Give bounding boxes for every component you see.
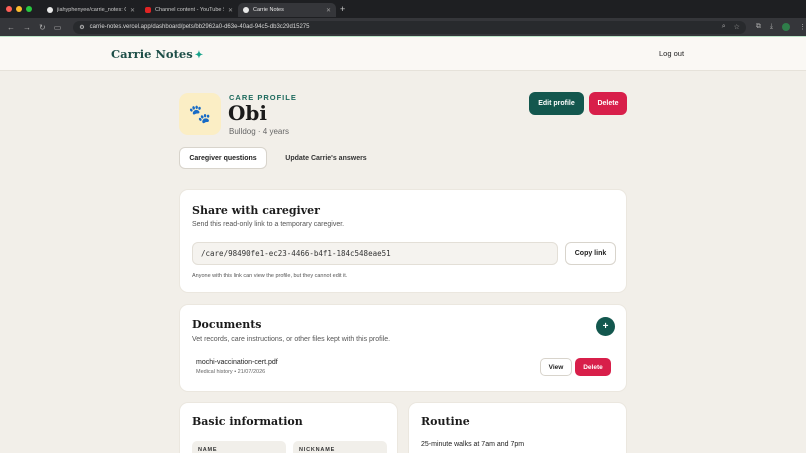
pet-meta: Bulldog · 4 years — [229, 127, 290, 136]
tab-title: Channel content - YouTube S — [155, 7, 224, 13]
browser-tab-youtube[interactable]: Channel content - YouTube S ✕ — [140, 3, 238, 17]
paw-icon: 🐾 — [188, 103, 212, 124]
address-bar[interactable]: ⚙ carrie-notes.vercel.app/dashboard/pets… — [73, 20, 746, 34]
routine-text: 25-minute walks at 7am and 7pm — [421, 441, 525, 448]
close-tab-icon[interactable]: ✕ — [228, 7, 233, 14]
browser-nav: ← → ↻ ▭ — [7, 23, 61, 32]
delete-document-button[interactable]: Delete — [575, 358, 611, 376]
share-title: Share with caregiver — [192, 204, 320, 217]
basic-info-title: Basic information — [192, 415, 303, 428]
browser-tab-bar: jiahyphenyee/carrie_notes: C ✕ Channel c… — [0, 0, 806, 18]
maximize-window-icon[interactable] — [26, 6, 32, 12]
share-note: Anyone with this link can view the profi… — [192, 273, 348, 279]
window-controls[interactable] — [6, 6, 32, 12]
profile-avatar-icon[interactable] — [782, 23, 790, 31]
documents-subtitle: Vet records, care instructions, or other… — [192, 336, 391, 343]
site-header: Carrie Notes ✦ Log out — [0, 37, 806, 71]
routine-title: Routine — [421, 415, 470, 428]
reload-icon[interactable]: ↻ — [39, 23, 46, 32]
tab-title: jiahyphenyee/carrie_notes: C — [57, 7, 126, 13]
logo-text: Carrie Notes — [111, 47, 193, 61]
delete-profile-button[interactable]: Delete — [589, 92, 627, 115]
basic-info-card: Basic information NAME NICKNAME — [179, 402, 398, 453]
tab-caregiver-questions[interactable]: Caregiver questions — [179, 147, 267, 169]
nickname-field-label: NICKNAME — [293, 441, 387, 453]
edit-profile-button[interactable]: Edit profile — [529, 92, 584, 115]
name-field-label: NAME — [192, 441, 286, 453]
document-name: mochi-vaccination-cert.pdf — [196, 359, 278, 366]
share-subtitle: Send this read-only link to a temporary … — [192, 221, 345, 228]
minimize-window-icon[interactable] — [16, 6, 22, 12]
documents-card: Documents Vet records, care instructions… — [179, 304, 627, 392]
github-icon — [47, 7, 53, 13]
add-document-button[interactable]: + — [596, 317, 615, 336]
documents-title: Documents — [192, 318, 262, 331]
view-document-button[interactable]: View — [540, 358, 572, 376]
youtube-icon — [145, 7, 151, 13]
forward-icon[interactable]: → — [23, 23, 31, 32]
back-icon[interactable]: ← — [7, 23, 15, 32]
close-window-icon[interactable] — [6, 6, 12, 12]
document-meta: Medical history • 21/07/2026 — [196, 369, 266, 375]
tab-update-answers[interactable]: Update Carrie's answers — [276, 147, 376, 169]
extensions-icon[interactable]: ⧉ — [756, 23, 761, 31]
share-link-field[interactable]: /care/98490fe1-ec23-4466-b4f1-184c548eae… — [192, 242, 558, 265]
routine-card: Routine 25-minute walks at 7am and 7pm — [408, 402, 627, 453]
logout-link[interactable]: Log out — [659, 49, 684, 58]
bookmark-star-icon[interactable]: ☆ — [734, 23, 740, 31]
tab-title: Carrie Notes — [253, 7, 284, 13]
browser-tab-carrie-notes[interactable]: Carrie Notes ✕ — [238, 3, 336, 17]
pet-name: Obi — [228, 101, 268, 125]
browser-tab-github[interactable]: jiahyphenyee/carrie_notes: C ✕ — [42, 3, 140, 17]
logo[interactable]: Carrie Notes ✦ — [111, 47, 203, 61]
site-info-icon[interactable]: ⚙ — [79, 24, 84, 31]
pet-avatar: 🐾 — [179, 93, 221, 135]
menu-icon[interactable]: ⋮ — [799, 23, 806, 31]
close-tab-icon[interactable]: ✕ — [326, 7, 331, 14]
copy-link-button[interactable]: Copy link — [565, 242, 616, 265]
browser-actions: ⧉ ⤓ ⋮ — [756, 23, 806, 31]
close-tab-icon[interactable]: ✕ — [130, 7, 135, 14]
url-text[interactable]: carrie-notes.vercel.app/dashboard/pets/b… — [90, 24, 717, 30]
browser-toolbar: ← → ↻ ▭ ⚙ carrie-notes.vercel.app/dashbo… — [0, 18, 806, 36]
share-card: Share with caregiver Send this read-only… — [179, 189, 627, 293]
vercel-icon — [243, 7, 249, 13]
new-tab-button[interactable]: + — [340, 4, 345, 14]
zoom-icon[interactable]: ⌕ — [722, 23, 726, 31]
sparkle-icon: ✦ — [194, 50, 204, 61]
sidebar-icon[interactable]: ▭ — [54, 23, 62, 32]
download-icon[interactable]: ⤓ — [770, 23, 773, 31]
